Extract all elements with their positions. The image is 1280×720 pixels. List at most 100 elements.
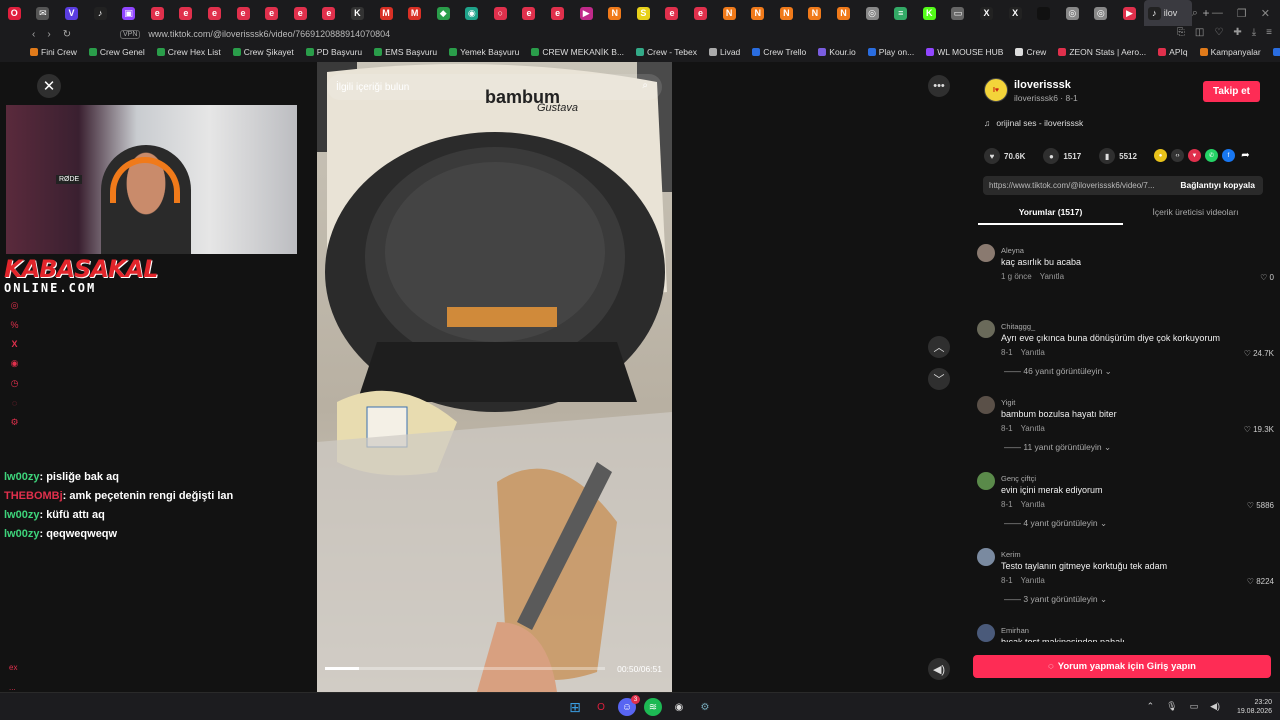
- sound-row[interactable]: ♫ orijinal ses - iloverisssk: [984, 118, 1083, 128]
- extensions-icon[interactable]: ✚: [1233, 27, 1241, 38]
- reply-button[interactable]: Yanıtla: [1040, 272, 1064, 281]
- browser-tab[interactable]: ◆: [429, 0, 458, 26]
- browser-tab[interactable]: N: [600, 0, 629, 26]
- volume-button[interactable]: ◀): [928, 658, 950, 680]
- comment-like-button[interactable]: ♡ 24.7K: [1244, 349, 1274, 358]
- comment-button[interactable]: ●: [1043, 148, 1060, 164]
- browser-tab[interactable]: X: [972, 0, 1001, 26]
- avatar[interactable]: I♥: [984, 78, 1008, 102]
- bookmark-item[interactable]: CREW MEKANİK B...: [531, 47, 624, 57]
- obs-icon[interactable]: ◉: [670, 698, 688, 716]
- like-button[interactable]: ♥: [984, 148, 1000, 164]
- bookmark-item[interactable]: APIq: [1158, 47, 1188, 57]
- reply-button[interactable]: Yanıtla: [1021, 424, 1045, 433]
- embed-icon[interactable]: ‹›: [1171, 149, 1184, 162]
- download-icon[interactable]: ⤓: [1252, 27, 1256, 38]
- reply-button[interactable]: Yanıtla: [1021, 348, 1045, 357]
- url-field[interactable]: www.tiktok.com/@iloverisssk6/video/76691…: [148, 29, 390, 39]
- browser-tab[interactable]: N: [801, 0, 830, 26]
- comment-username[interactable]: Emirhan: [1001, 626, 1029, 635]
- bookmark-item[interactable]: Crew Şikayet: [232, 47, 294, 57]
- reload-icon[interactable]: ↻: [63, 29, 71, 40]
- mic-icon[interactable]: 🎙︎: [1166, 701, 1177, 712]
- browser-tab[interactable]: e: [200, 0, 229, 26]
- close-window-icon[interactable]: ✕: [1261, 7, 1270, 20]
- browser-tab[interactable]: e: [686, 0, 715, 26]
- more-options-button[interactable]: •••: [928, 75, 950, 97]
- bookmark-item[interactable]: Crew Genel: [88, 47, 145, 57]
- bookmark-item[interactable]: PD Başvuru: [305, 47, 362, 57]
- search-icon[interactable]: ⌕: [642, 80, 648, 91]
- comment-avatar[interactable]: [977, 396, 995, 414]
- comment-like-button[interactable]: ♡ 5886: [1247, 501, 1274, 510]
- browser-tab[interactable]: K: [915, 0, 944, 26]
- menu-icon[interactable]: ≡: [1266, 27, 1272, 38]
- browser-tab[interactable]: ◉: [458, 0, 487, 26]
- heart-icon[interactable]: ♡: [1214, 27, 1223, 38]
- view-replies-button[interactable]: —— 46 yanıt görüntüleyin ⌄: [1004, 366, 1112, 377]
- browser-tab[interactable]: ◎: [858, 0, 887, 26]
- comment-like-button[interactable]: ♡ 19.3K: [1244, 425, 1274, 434]
- browser-tab[interactable]: X: [1001, 0, 1030, 26]
- link-text[interactable]: https://www.tiktok.com/@iloverisssk6/vid…: [989, 181, 1155, 190]
- minimize-icon[interactable]: —: [1212, 7, 1223, 19]
- browser-tab[interactable]: e: [286, 0, 315, 26]
- comment-username[interactable]: Chitaggg_: [1001, 322, 1035, 331]
- restore-icon[interactable]: ❐: [1237, 7, 1247, 20]
- browser-tab[interactable]: e: [315, 0, 344, 26]
- browser-tab[interactable]: ✉: [29, 0, 58, 26]
- network-icon[interactable]: ▭: [1190, 701, 1199, 712]
- coin-icon[interactable]: ●: [1154, 149, 1167, 162]
- bookmark-item[interactable]: Kampanyalar: [1199, 47, 1261, 57]
- browser-tab[interactable]: e: [143, 0, 172, 26]
- browser-tab[interactable]: e: [172, 0, 201, 26]
- view-replies-button[interactable]: —— 4 yanıt görüntüleyin ⌄: [1004, 518, 1107, 529]
- comment-avatar[interactable]: [977, 624, 995, 642]
- next-video-button[interactable]: ﹀: [928, 368, 950, 390]
- send-icon[interactable]: ▼: [1188, 149, 1201, 162]
- browser-tab[interactable]: e: [543, 0, 572, 26]
- comment-avatar[interactable]: [977, 244, 995, 262]
- browser-tab[interactable]: N: [715, 0, 744, 26]
- browser-tab[interactable]: e: [515, 0, 544, 26]
- follow-button[interactable]: Takip et: [1203, 81, 1260, 102]
- browser-tab[interactable]: O: [0, 0, 29, 26]
- bookmark-item[interactable]: Play on...: [867, 47, 914, 57]
- comment-like-button[interactable]: ♡ 0: [1260, 273, 1274, 282]
- comment-avatar[interactable]: [977, 320, 995, 338]
- comment-username[interactable]: Kerim: [1001, 550, 1021, 559]
- steam-icon[interactable]: ⚙: [696, 698, 714, 716]
- forward-icon[interactable]: ›: [47, 29, 50, 40]
- browser-tab[interactable]: [1029, 0, 1058, 26]
- browser-tab[interactable]: e: [257, 0, 286, 26]
- windows-start-icon[interactable]: ⊞: [566, 698, 584, 716]
- browser-tab[interactable]: ▣: [114, 0, 143, 26]
- bookmark-item[interactable]: WL MOUSE HUB: [926, 47, 1003, 57]
- browser-tab[interactable]: ○: [486, 0, 515, 26]
- spotify-icon[interactable]: ≋: [644, 698, 662, 716]
- screenshot-icon[interactable]: ⎘: [1177, 27, 1185, 38]
- author-name[interactable]: iloverisssk: [1014, 79, 1078, 91]
- bookmark-item[interactable]: Kour.io: [818, 47, 856, 57]
- comment-avatar[interactable]: [977, 472, 995, 490]
- login-to-comment-button[interactable]: ◌ Yorum yapmak için Giriş yapın: [973, 655, 1271, 678]
- browser-tab[interactable]: ▶: [1115, 0, 1144, 26]
- browser-tab[interactable]: N: [829, 0, 858, 26]
- facebook-icon[interactable]: f: [1222, 149, 1235, 162]
- comment-username[interactable]: Aleyna: [1001, 246, 1024, 255]
- tab-creator-videos[interactable]: İçerik üreticisi videoları: [1123, 207, 1268, 225]
- chevron-up-tray-icon[interactable]: ⌃: [1147, 701, 1155, 712]
- discord-taskbar-icon[interactable]: ☺ 3: [618, 695, 640, 716]
- comment-username[interactable]: Genç çiftçi: [1001, 474, 1036, 483]
- previous-video-button[interactable]: ︿: [928, 336, 950, 358]
- browser-tab[interactable]: ≡: [886, 0, 915, 26]
- browser-tab[interactable]: M: [372, 0, 401, 26]
- volume-icon[interactable]: ◀): [1210, 701, 1220, 712]
- bookmark-item[interactable]: Livad: [708, 47, 740, 57]
- bookmark-item[interactable]: Streamer Panel: [1272, 47, 1280, 57]
- view-replies-button[interactable]: —— 11 yanıt görüntüleyin ⌄: [1004, 442, 1111, 453]
- back-icon[interactable]: ‹: [32, 29, 35, 40]
- bookmark-item[interactable]: Crew Hex List: [156, 47, 221, 57]
- browser-tab-active[interactable]: ♪ ilov: [1143, 0, 1192, 26]
- opera-taskbar-icon[interactable]: O: [592, 698, 610, 716]
